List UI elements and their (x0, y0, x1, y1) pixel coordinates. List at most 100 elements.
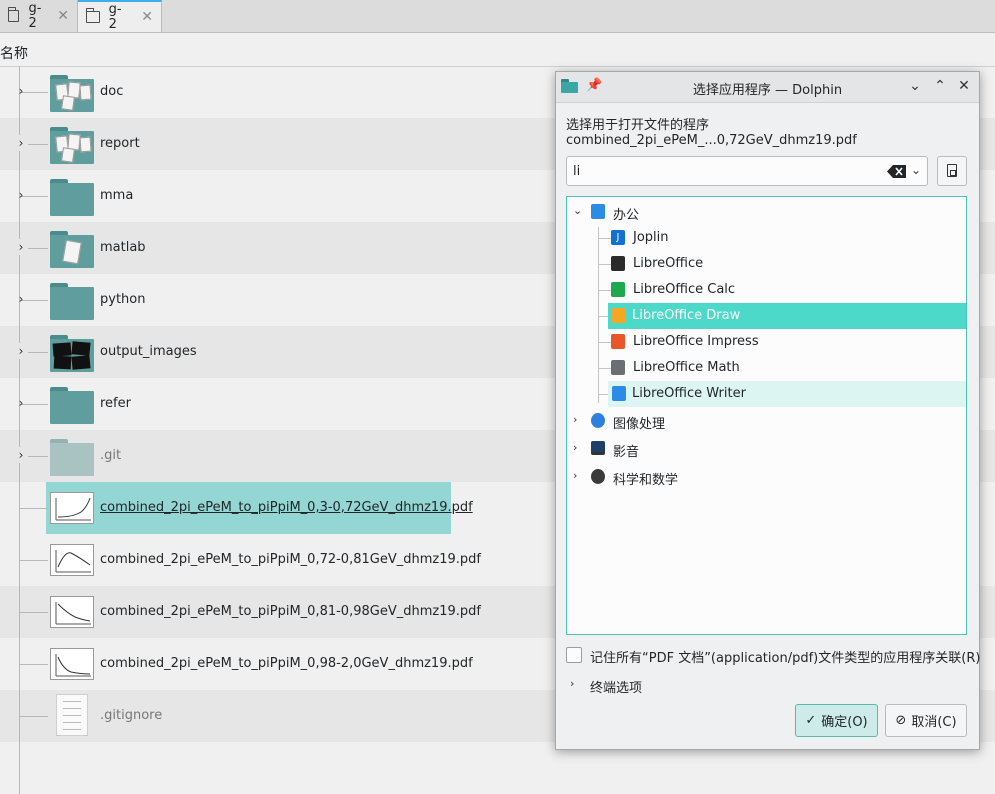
file-name: combined_2pi_ePeM_to_piPpiM_0,3-0,72GeV_… (100, 500, 473, 515)
chevron-down-icon[interactable]: ⌄ (911, 163, 921, 177)
tab-label: g-2 (28, 1, 42, 31)
folder-document-icon (50, 228, 94, 268)
close-tab-icon[interactable]: ✕ (141, 9, 153, 25)
browse-file-button[interactable] (937, 156, 967, 186)
app-item-libreoffice-writer[interactable]: LibreOffice Writer (608, 381, 966, 407)
cancel-label: 取消(C) (911, 715, 957, 730)
dialog-titlebar[interactable]: 📌 选择应用程序 — Dolphin ⌄ ⌃ ✕ (556, 72, 979, 103)
folder-icon (50, 280, 94, 320)
chevron-right-icon[interactable]: › (14, 83, 28, 99)
calc-icon (611, 282, 625, 297)
folder-icon (50, 176, 94, 216)
file-name: matlab (100, 240, 146, 255)
science-icon (591, 469, 605, 484)
document-open-icon (947, 164, 957, 177)
maximize-icon[interactable]: ⌃ (931, 77, 949, 95)
file-name: python (100, 292, 146, 307)
text-file-icon (56, 694, 88, 736)
chevron-right-icon[interactable]: › (14, 291, 28, 307)
ok-label: 确定(O) (821, 715, 868, 730)
minimize-icon[interactable]: ⌄ (906, 77, 924, 95)
app-item-libreoffice-impress[interactable]: LibreOffice Impress (567, 329, 966, 355)
file-name: mma (100, 188, 134, 203)
tab-g2-active[interactable]: g-2 ✕ (78, 0, 162, 32)
pdf-thumbnail-icon (50, 648, 94, 680)
pdf-thumbnail-icon (50, 596, 94, 628)
joplin-icon: J (611, 230, 625, 245)
app-label: LibreOffice Calc (633, 282, 736, 297)
graphics-icon (591, 413, 605, 428)
chevron-down-icon[interactable]: ⌄ (573, 204, 582, 217)
tab-label: g-2 (108, 2, 122, 32)
file-name: combined_2pi_ePeM_to_piPpiM_0,81-0,98GeV… (100, 604, 481, 619)
app-item-libreoffice[interactable]: LibreOffice (567, 251, 966, 277)
chevron-right-icon[interactable]: › (14, 239, 28, 255)
chevron-right-icon[interactable]: › (573, 441, 577, 454)
app-label: Joplin (633, 230, 669, 245)
app-label: LibreOffice Draw (632, 308, 741, 323)
cancel-button[interactable]: ⊘ 取消(C) (885, 704, 967, 737)
draw-icon (612, 308, 626, 323)
tab-g2-first[interactable]: g-2 ✕ (0, 0, 78, 32)
category-label: 办公 (613, 208, 640, 223)
multimedia-icon (591, 441, 605, 455)
application-tree: ⌄ 办公 J Joplin LibreOffice LibreOffice Ca… (566, 196, 967, 635)
category-label: 图像处理 (613, 417, 666, 432)
file-name: refer (100, 396, 131, 411)
file-name: doc (100, 84, 124, 99)
app-item-libreoffice-draw[interactable]: LibreOffice Draw (608, 303, 966, 329)
category-graphics[interactable]: › 图像处理 (567, 408, 966, 434)
folder-icon (50, 384, 94, 424)
name-column-header[interactable]: 名称 (0, 33, 995, 67)
folder-icon (7, 7, 20, 22)
office-icon (591, 204, 605, 219)
file-name: report (100, 136, 140, 151)
chevron-right-icon[interactable]: › (573, 413, 577, 426)
clear-text-icon[interactable] (887, 165, 907, 178)
chevron-right-icon[interactable]: › (14, 187, 28, 203)
chevron-right-icon[interactable]: › (14, 135, 28, 151)
app-item-libreoffice-math[interactable]: LibreOffice Math (567, 355, 966, 381)
folder-documents-icon (50, 72, 94, 112)
category-office[interactable]: ⌄ 办公 (567, 199, 966, 225)
app-label: LibreOffice Math (633, 360, 740, 375)
dialog-prompt: 选择用于打开文件的程序 (566, 118, 710, 133)
chevron-right-icon[interactable]: › (14, 343, 28, 359)
search-input[interactable] (571, 162, 875, 180)
file-name: .gitignore (100, 708, 163, 723)
check-icon: ✓ (805, 713, 817, 728)
terminal-options-label: 终端选项 (590, 681, 643, 696)
app-label: LibreOffice Impress (633, 334, 759, 349)
file-name: output_images (100, 344, 197, 359)
remember-label: 记住所有“PDF 文档”(application/pdf)文件类型的应用程序关联… (590, 651, 981, 666)
chevron-right-icon: › (570, 677, 575, 690)
open-with-dialog: 📌 选择应用程序 — Dolphin ⌄ ⌃ ✕ 选择用于打开文件的程序 com… (555, 71, 980, 750)
app-item-joplin[interactable]: J Joplin (567, 225, 966, 251)
file-name: .git (100, 448, 122, 463)
close-tab-icon[interactable]: ✕ (57, 8, 69, 24)
impress-icon (611, 334, 625, 349)
math-icon (611, 360, 625, 375)
file-name: combined_2pi_ePeM_to_piPpiM_0,98-2,0GeV_… (100, 656, 473, 671)
ok-button[interactable]: ✓ 确定(O) (795, 704, 878, 737)
category-science[interactable]: › 科学和数学 (567, 464, 966, 490)
pdf-thumbnail-icon (50, 544, 94, 576)
cancel-icon: ⊘ (895, 713, 907, 728)
app-item-libreoffice-calc[interactable]: LibreOffice Calc (567, 277, 966, 303)
tab-bar: g-2 ✕ g-2 ✕ (0, 0, 995, 33)
chevron-right-icon[interactable]: › (573, 469, 577, 482)
folder-images-icon (50, 332, 94, 372)
pdf-thumbnail-icon (50, 492, 94, 524)
dialog-filename: combined_2pi_ePeM_...0,72GeV_dhmz19.pdf (566, 133, 857, 148)
remember-checkbox[interactable] (566, 647, 582, 663)
chevron-right-icon[interactable]: › (14, 447, 28, 463)
app-search-combobox[interactable]: ⌄ (566, 156, 928, 186)
column-header-label: 名称 (0, 46, 28, 62)
file-name: combined_2pi_ePeM_to_piPpiM_0,72-0,81GeV… (100, 552, 481, 567)
chevron-right-icon[interactable]: › (14, 395, 28, 411)
app-label: LibreOffice Writer (632, 386, 746, 401)
category-multimedia[interactable]: › 影音 (567, 436, 966, 462)
libreoffice-icon (611, 256, 625, 271)
close-icon[interactable]: ✕ (955, 77, 973, 95)
folder-documents-icon (50, 124, 94, 164)
